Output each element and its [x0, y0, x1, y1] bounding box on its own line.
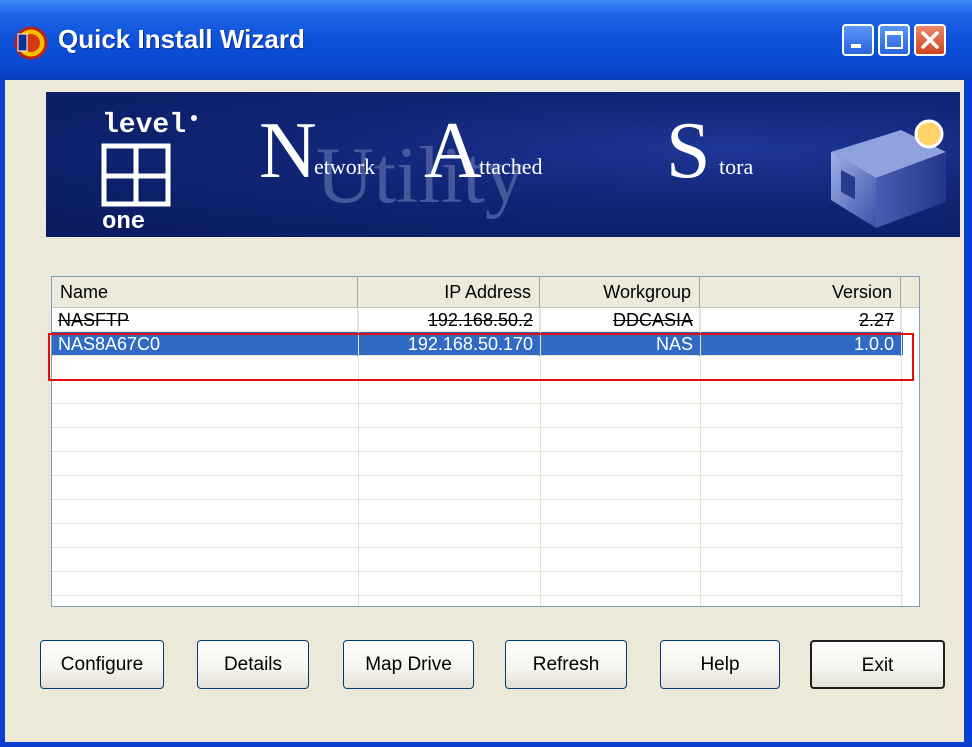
svg-text:N: N [259, 107, 317, 195]
maximize-button[interactable] [878, 24, 910, 56]
column-grid-lines [358, 308, 902, 606]
close-button[interactable] [914, 24, 946, 56]
list-rows: NASFTP 192.168.50.2 DDCASIA 2.27 NAS8A67… [52, 308, 919, 606]
column-header-filler [901, 277, 919, 307]
details-button[interactable]: Details [197, 640, 309, 689]
column-header-workgroup[interactable]: Workgroup [540, 277, 700, 307]
close-icon [921, 31, 939, 49]
svg-text:S: S [666, 107, 711, 195]
maximize-icon [885, 31, 903, 49]
exit-button[interactable]: Exit [810, 640, 945, 689]
quick-install-wizard-window: Quick Install Wizard level one Utility N… [0, 0, 972, 747]
svg-text:tora: tora [719, 154, 753, 179]
column-header-name[interactable]: Name [52, 277, 358, 307]
minimize-button[interactable] [842, 24, 874, 56]
svg-text:etwork: etwork [314, 154, 375, 179]
window-title: Quick Install Wizard [58, 24, 305, 54]
column-header-version[interactable]: Version [700, 277, 901, 307]
app-icon [14, 26, 48, 60]
client-area: level one Utility N etwork A ttached S t… [5, 80, 964, 742]
column-header-ip-address[interactable]: IP Address [358, 277, 540, 307]
svg-text:ttached: ttached [479, 154, 543, 179]
title-bar[interactable]: Quick Install Wizard [0, 0, 972, 80]
refresh-button[interactable]: Refresh [505, 640, 627, 689]
nas-device-icon [831, 119, 946, 228]
list-header: Name IP Address Workgroup Version [52, 277, 919, 308]
help-button[interactable]: Help [660, 640, 780, 689]
nas-utility-banner: level one Utility N etwork A ttached S t… [46, 92, 960, 237]
map-drive-button[interactable]: Map Drive [343, 640, 474, 689]
minimize-icon [851, 44, 861, 48]
svg-text:A: A [424, 107, 482, 195]
configure-button[interactable]: Configure [40, 640, 164, 689]
device-list[interactable]: Name IP Address Workgroup Version NASFTP… [51, 276, 920, 607]
